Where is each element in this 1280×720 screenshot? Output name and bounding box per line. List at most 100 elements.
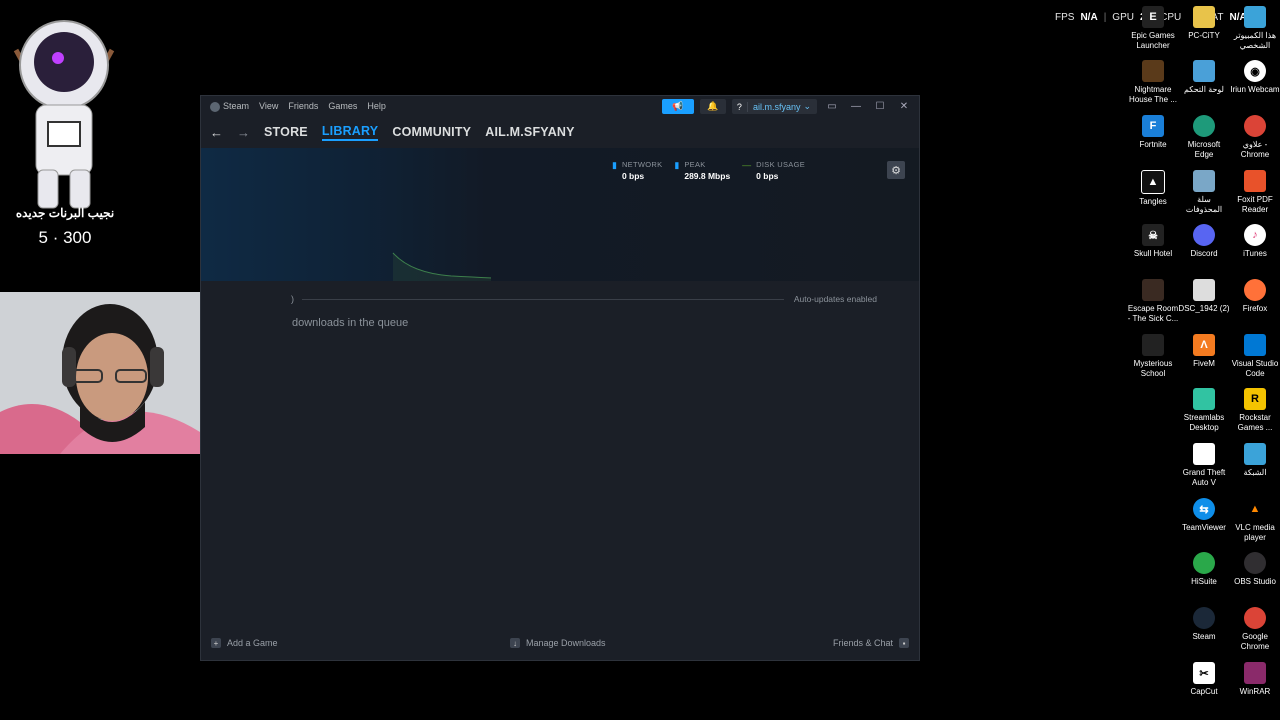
desktop-icon-fivem[interactable]: Λ FiveM xyxy=(1178,334,1230,369)
control-panel-icon xyxy=(1193,60,1215,82)
nav-community[interactable]: COMMUNITY xyxy=(392,125,471,139)
bars-icon: ▮ xyxy=(674,160,680,170)
network-icon xyxy=(1244,443,1266,465)
friends-chat-button[interactable]: Friends & Chat ▪ xyxy=(833,638,909,648)
desktop-icon-capcut[interactable]: ✂ CapCut xyxy=(1178,662,1230,697)
desktop-icon-vscode[interactable]: Visual Studio Code xyxy=(1229,334,1280,379)
menu-item-friends[interactable]: Friends xyxy=(288,101,318,111)
desktop-icon-mypc[interactable]: هذا الكمبيوتر الشخصي xyxy=(1229,6,1280,51)
game-icon xyxy=(1142,334,1164,356)
fivem-icon: Λ xyxy=(1193,334,1215,356)
desktop-icon-nightmare[interactable]: Nightmare House The ... xyxy=(1127,60,1179,105)
queue-header: ) Auto-updates enabled xyxy=(291,293,877,305)
download-settings-button[interactable]: ⚙ xyxy=(887,161,905,179)
menu-item-games[interactable]: Games xyxy=(328,101,357,111)
mascot-caption: نجيب البرنات جديده xyxy=(15,206,115,220)
close-icon[interactable]: ✕ xyxy=(895,101,913,112)
desktop-icon-vlc[interactable]: ▲ VLC media player xyxy=(1229,498,1280,543)
desktop-icon-chrome[interactable]: Google Chrome xyxy=(1229,607,1280,652)
add-game-button[interactable]: + Add a Game xyxy=(211,638,278,648)
desktop-icon-dsc[interactable]: DSC_1942 (2) xyxy=(1178,279,1230,314)
download-graph: ▮ NETWORK 0 bps ▮ PEAK 289.8 Mbps — DISK U… xyxy=(201,148,919,281)
desktop-icon-tangles[interactable]: ▲ Tangles xyxy=(1127,170,1179,207)
menu-bar: Steam View Friends Games Help xyxy=(210,101,386,112)
bandwidth-chart xyxy=(392,252,492,281)
maximize-icon[interactable]: ☐ xyxy=(871,101,889,112)
desktop-icon-discord[interactable]: Discord xyxy=(1178,224,1230,259)
main-nav: ← → STORE LIBRARY COMMUNITY AIL.M.SFYANY xyxy=(201,118,919,146)
big-picture-icon[interactable]: ▭ xyxy=(823,101,841,112)
foxit-icon xyxy=(1244,170,1266,192)
download-icon: ↓ xyxy=(510,638,520,648)
desktop-icon-epic[interactable]: E Epic Games Launcher xyxy=(1127,6,1179,51)
fps-label: FPS xyxy=(1055,12,1075,23)
announcements-button[interactable]: 📢 xyxy=(661,99,694,114)
chrome-icon xyxy=(1244,115,1266,137)
forward-arrow-icon[interactable]: → xyxy=(237,125,250,140)
desktop-icon-control[interactable]: لوحة التحكم xyxy=(1178,60,1230,95)
download-stats: ▮ NETWORK 0 bps ▮ PEAK 289.8 Mbps — DISK U… xyxy=(612,160,805,181)
steam-icon xyxy=(1193,607,1215,629)
title-bar: Steam View Friends Games Help 📢 🔔 ? ail.… xyxy=(201,96,919,118)
auto-updates-status: Auto-updates enabled xyxy=(793,294,877,304)
desktop-icon-winrar[interactable]: WinRAR xyxy=(1229,662,1280,697)
menu-item-steam[interactable]: Steam xyxy=(210,101,249,112)
firefox-icon xyxy=(1244,279,1266,301)
computer-icon xyxy=(1244,6,1266,28)
winrar-icon xyxy=(1244,662,1266,684)
epic-games-icon: E xyxy=(1142,6,1164,28)
capcut-icon: ✂ xyxy=(1193,662,1215,684)
mascot-count: 5 · 300 xyxy=(38,228,92,247)
queue-title-fragment: ) xyxy=(291,294,294,304)
game-icon xyxy=(1142,60,1164,82)
manage-downloads-button[interactable]: ↓ Manage Downloads xyxy=(510,638,606,648)
nav-library[interactable]: LIBRARY xyxy=(321,124,379,141)
notifications-button[interactable]: 🔔 xyxy=(699,99,726,114)
desktop-icon-firefox[interactable]: Firefox xyxy=(1229,279,1280,314)
desktop-icon-skull[interactable]: ☠ Skull Hotel xyxy=(1127,224,1179,259)
edge-icon xyxy=(1193,115,1215,137)
minimize-icon[interactable]: — xyxy=(847,101,865,112)
obs-icon xyxy=(1244,552,1266,574)
bars-icon: ▮ xyxy=(612,160,617,170)
back-arrow-icon[interactable]: ← xyxy=(210,125,223,140)
desktop-icon-hisuite[interactable]: HiSuite xyxy=(1178,552,1230,587)
astronaut-mascot-icon xyxy=(13,20,115,209)
image-file-icon xyxy=(1193,279,1215,301)
recycle-bin-icon xyxy=(1193,170,1215,192)
help-icon[interactable]: ? xyxy=(732,101,748,112)
steam-window: Steam View Friends Games Help 📢 🔔 ? ail.… xyxy=(200,95,920,661)
account-menu[interactable]: ? ail.m.sfyany ⌄ xyxy=(731,99,817,114)
nav-user[interactable]: AIL.M.SFYANY xyxy=(485,125,574,139)
desktop-icon-streamlabs[interactable]: Streamlabs Desktop xyxy=(1178,388,1230,433)
desktop-icon-pccity[interactable]: PC-CiTY xyxy=(1178,6,1230,41)
line-icon: — xyxy=(742,160,752,170)
tangles-icon: ▲ xyxy=(1141,170,1165,194)
discord-icon xyxy=(1193,224,1215,246)
steam-logo-icon xyxy=(210,101,220,112)
desktop-icon-foxit[interactable]: Foxit PDF Reader xyxy=(1229,170,1280,215)
desktop-icon-edge[interactable]: Microsoft Edge xyxy=(1178,115,1230,160)
desktop-icon-obs[interactable]: OBS Studio xyxy=(1229,552,1280,587)
queue-empty-message: downloads in the queue xyxy=(292,317,409,329)
desktop-icon-mysterious[interactable]: Mysterious School xyxy=(1127,334,1179,379)
peak-stat: ▮ PEAK 289.8 Mbps xyxy=(674,160,731,181)
desktop-icon-chrome-profile[interactable]: علاوي - Chrome xyxy=(1229,115,1280,160)
desktop-icon-fortnite[interactable]: F Fortnite xyxy=(1127,115,1179,150)
footer-bar: + Add a Game ↓ Manage Downloads Friends … xyxy=(201,626,919,660)
fps-value: N/A xyxy=(1080,12,1098,23)
desktop-icon-rockstar[interactable]: R Rockstar Games ... xyxy=(1229,388,1280,433)
menu-item-help[interactable]: Help xyxy=(367,101,386,111)
desktop-icon-network[interactable]: الشبكة xyxy=(1229,443,1280,478)
desktop-icon-escape[interactable]: Escape Room - The Sick C... xyxy=(1127,279,1179,324)
desktop-icon-itunes[interactable]: ♪ iTunes xyxy=(1229,224,1280,259)
desktop-icon-teamviewer[interactable]: ⇆ TeamViewer xyxy=(1178,498,1230,533)
plus-icon: + xyxy=(211,638,221,648)
desktop-icon-iriun[interactable]: ◉ Iriun Webcam xyxy=(1229,60,1280,95)
menu-item-view[interactable]: View xyxy=(259,101,278,111)
desktop-icon-steam[interactable]: Steam xyxy=(1178,607,1230,642)
nav-store[interactable]: STORE xyxy=(264,125,308,139)
desktop-icon-recycle[interactable]: سلة المحذوفات xyxy=(1178,170,1230,215)
streamlabs-icon xyxy=(1193,388,1215,410)
desktop-icon-gta[interactable]: Grand Theft Auto V xyxy=(1178,443,1230,488)
